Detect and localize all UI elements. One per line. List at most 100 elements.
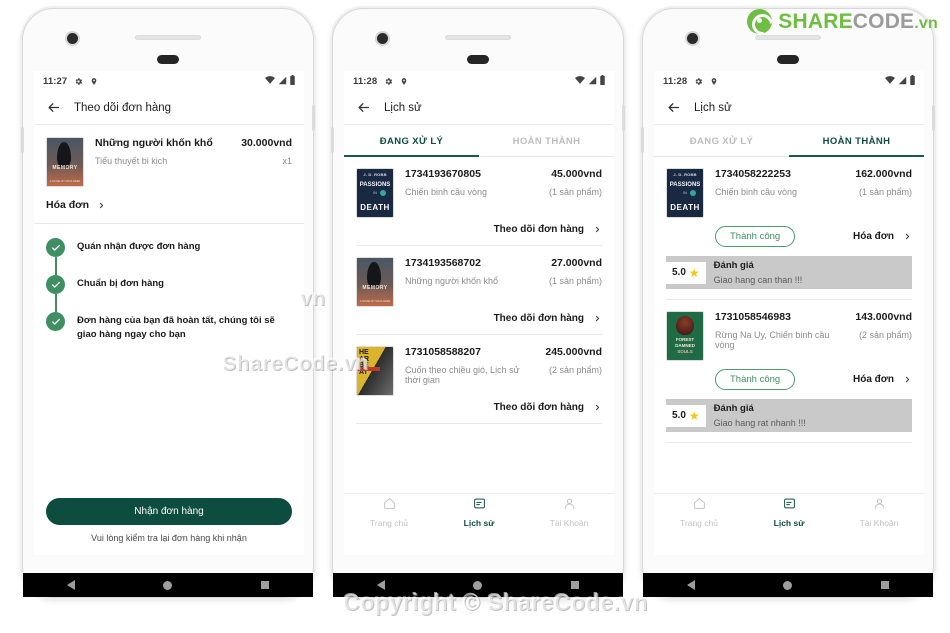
- invoice-link-label: Hóa đơn: [853, 374, 894, 385]
- rating-comment: Giao hang can than !!!: [713, 275, 803, 285]
- back-arrow-icon[interactable]: [356, 100, 371, 115]
- tab-processing[interactable]: ĐANG XỬ LÝ: [344, 125, 479, 157]
- phone-side-button-right: [622, 105, 625, 131]
- nav-item-account[interactable]: Tài Khoản: [524, 494, 614, 531]
- status-bar: 11:28: [654, 71, 924, 91]
- track-order-label: Theo dõi đơn hàng: [493, 224, 584, 235]
- order-item-quantity: x1: [282, 156, 292, 166]
- sharecode-logo-icon: [747, 9, 773, 34]
- phone-mockup-3: 11:28 Lịch sử ĐANG XỬ LÝ HOÀN THÀNH J. D…: [641, 8, 935, 598]
- cover-line1-death: PASSIONS: [359, 182, 391, 188]
- timeline-step: Quán nhận được đơn hàng: [46, 238, 292, 275]
- bottom-navigation-3: Trang chủ Lịch sử Tài Khoản: [654, 493, 924, 531]
- track-order-link[interactable]: Theo dõi đơn hàng: [344, 224, 614, 245]
- page-title: Theo dõi đơn hàng: [74, 101, 172, 114]
- nav-back-icon[interactable]: [67, 580, 76, 590]
- book-cover-thumbnail: J. D. ROBB PASSIONS IN DEATH: [666, 168, 704, 218]
- nav-recents-icon[interactable]: [260, 581, 269, 589]
- app-bar-3: Lịch sử: [654, 91, 924, 125]
- chevron-right-icon: [903, 375, 912, 384]
- track-order-link[interactable]: Theo dõi đơn hàng: [344, 402, 614, 423]
- rating-title: Đánh giá: [713, 403, 754, 414]
- invoice-link-label: Hóa đơn: [853, 231, 894, 242]
- tab-processing[interactable]: ĐANG XỬ LÝ: [654, 125, 789, 156]
- check-circle-icon: [46, 275, 65, 294]
- phone-side-button-left: [641, 127, 644, 153]
- chevron-right-icon: [593, 225, 602, 234]
- phone-mockup-1: 11:27 Theo dõi đơn hàng MEMORY A NOVEL B…: [21, 8, 315, 598]
- cover-author-death: J. D. ROBB: [673, 172, 697, 177]
- nav-item-history[interactable]: Lịch sử: [744, 494, 834, 531]
- check-circle-icon: [46, 312, 65, 331]
- order-tracking-body: MEMORY A NOVEL BY MAYA REED Những người …: [34, 125, 304, 342]
- person-icon: [873, 497, 886, 515]
- back-arrow-icon[interactable]: [666, 100, 681, 115]
- receive-order-button[interactable]: Nhận đơn hàng: [46, 498, 292, 525]
- order-status-timeline: Quán nhận được đơn hàng Chuẩn bị đơn hàn…: [34, 224, 304, 342]
- order-items-summary: Chiến binh cầu vòng: [715, 187, 798, 197]
- location-pin-icon: [90, 77, 98, 86]
- order-item: MEMORY A NOVEL BY MAYA REED Những người …: [34, 125, 304, 193]
- tab-completed[interactable]: HOÀN THÀNH: [479, 125, 614, 156]
- nav-item-history[interactable]: Lịch sử: [434, 494, 524, 531]
- order-code: 1734193670805: [405, 168, 481, 180]
- nav-home-icon[interactable]: [783, 580, 793, 590]
- order-items-summary: Rừng Na Uy, Chiến binh cầu vòng: [715, 330, 830, 350]
- back-arrow-icon[interactable]: [46, 100, 61, 115]
- invoice-link[interactable]: Hóa đơn: [853, 374, 912, 385]
- rating-text-block: Đánh giá Giao hang can than !!!: [714, 260, 803, 285]
- nav-label-home: Trang chủ: [680, 518, 718, 528]
- tab-completed[interactable]: HOÀN THÀNH: [789, 125, 924, 157]
- star-icon: ★: [688, 408, 700, 423]
- history-tabs-3: ĐANG XỬ LÝ HOÀN THÀNH: [654, 125, 924, 157]
- chevron-right-icon: [593, 314, 602, 323]
- nav-item-account[interactable]: Tài Khoản: [834, 494, 924, 531]
- nav-back-icon[interactable]: [377, 580, 386, 590]
- nav-home-icon[interactable]: [163, 580, 173, 590]
- order-code: 1734193568702: [405, 257, 481, 269]
- status-time: 11:28: [353, 75, 378, 87]
- completed-order-info: 1734058222253 Chiến binh cầu vòng: [715, 168, 844, 218]
- rating-score-box: 5.0 ★: [666, 404, 706, 427]
- completed-order-card: FOREST DAMNED SOULS 1731058546983 Rừng N…: [654, 300, 924, 443]
- battery-icon: [290, 72, 295, 90]
- cover-byline-memory: A NOVEL BY MAYA REED: [359, 300, 391, 303]
- footer-note: Vui lòng kiểm tra lại đơn hàng khi nhận: [91, 533, 247, 543]
- nav-recents-icon[interactable]: [880, 581, 889, 589]
- invoice-link[interactable]: Hóa đơn: [34, 193, 304, 223]
- order-item-count: (2 sản phẩm): [858, 330, 912, 340]
- completed-order-actions: Thành công Hóa đơn: [654, 224, 924, 256]
- order-item-count: (2 sản phẩm): [548, 365, 602, 375]
- nav-item-home[interactable]: Trang chủ: [654, 494, 744, 531]
- track-order-link[interactable]: Theo dõi đơn hàng: [344, 313, 614, 334]
- history-tabs-2: ĐANG XỬ LÝ HOÀN THÀNH: [344, 125, 614, 157]
- logo-code-text: CODE: [852, 10, 915, 33]
- wifi-icon: [265, 72, 275, 90]
- phone-side-button-left: [331, 127, 334, 153]
- order-item-price: 30.000vnd: [241, 137, 292, 149]
- history-order-card: J. D. ROBB PASSIONS IN DEATH 17341936708…: [344, 157, 614, 246]
- nav-recents-icon[interactable]: [570, 581, 579, 589]
- cover-line3-forest: SOULS: [677, 349, 693, 354]
- sharecode-logo: SHARECODE.vn: [747, 9, 938, 34]
- order-item-count: (1 sản phẩm): [858, 187, 912, 197]
- chevron-right-icon: [903, 232, 912, 241]
- book-cover-thumbnail: J. D. ROBB PASSIONS IN DEATH: [356, 168, 394, 218]
- nav-home-icon[interactable]: [473, 580, 483, 590]
- history-order-row: HE AR BE AT 1731058588207 Cuốn theo chiề…: [344, 335, 614, 402]
- track-order-label: Theo dõi đơn hàng: [493, 313, 584, 324]
- nav-back-icon[interactable]: [687, 580, 696, 590]
- check-circle-icon: [46, 238, 65, 257]
- nav-item-home[interactable]: Trang chủ: [344, 494, 434, 531]
- order-actions-footer: Nhận đơn hàng Vui lòng kiểm tra lại đơn …: [34, 498, 304, 555]
- phone-side-button-left: [21, 127, 24, 153]
- completed-order-row: J. D. ROBB PASSIONS IN DEATH 17340582222…: [654, 157, 924, 224]
- app-bar-1: Theo dõi đơn hàng: [34, 91, 304, 125]
- invoice-link[interactable]: Hóa đơn: [853, 231, 912, 242]
- android-nav-bar: [333, 573, 623, 597]
- status-bar: 11:27: [34, 71, 304, 91]
- rating-score: 5.0: [672, 267, 686, 278]
- history-order-card: HE AR BE AT 1731058588207 Cuốn theo chiề…: [344, 335, 614, 424]
- earpiece-speaker: [755, 35, 821, 40]
- order-item-info: Những người khốn khổ Tiểu thuyết bi kịch: [95, 137, 230, 187]
